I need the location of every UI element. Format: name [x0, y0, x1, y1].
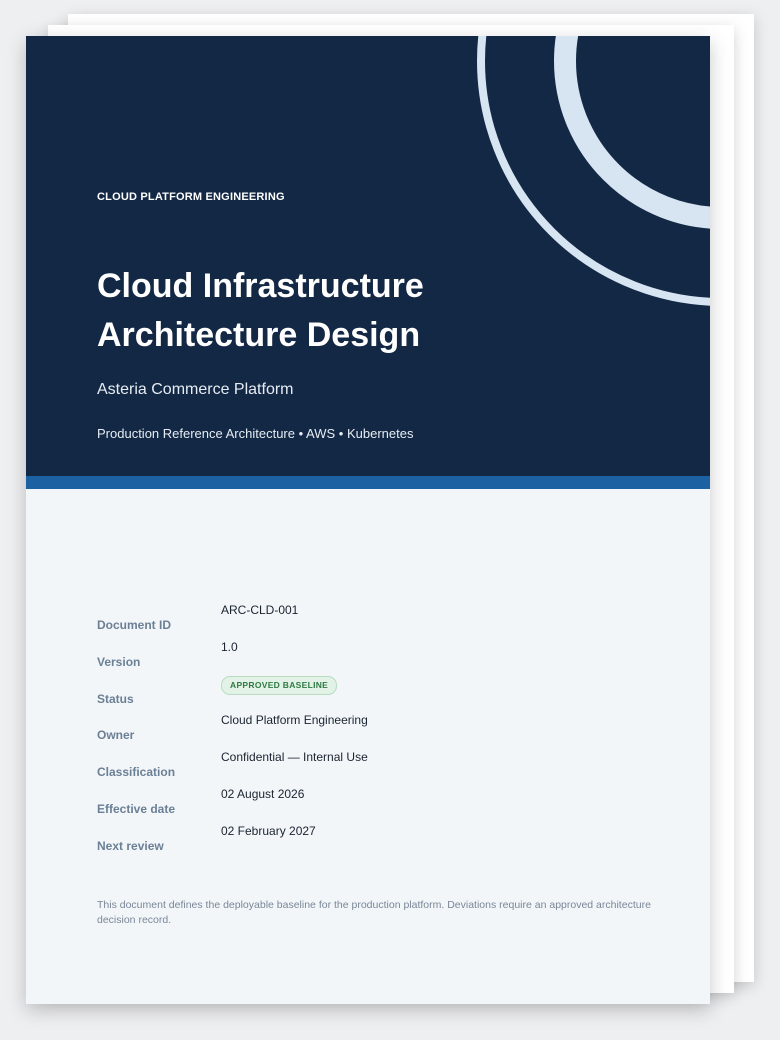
owner-value: Cloud Platform Engineering	[221, 713, 368, 728]
cover-page: CLOUD PLATFORM ENGINEERING Cloud Infrast…	[26, 36, 710, 1004]
version-value: 1.0	[221, 639, 238, 654]
classification-label: Classification	[97, 765, 176, 780]
inner-ring	[554, 36, 710, 229]
document-subtitle: Asteria Commerce Platform	[97, 381, 294, 398]
cover-kicker: CLOUD PLATFORM ENGINEERING	[97, 191, 285, 203]
effective-date-label: Effective date	[97, 801, 176, 816]
document-title: Cloud Infrastructure Architecture Design	[97, 267, 424, 354]
next-review-label: Next review	[97, 838, 164, 853]
decorative-rings-graphic	[477, 36, 710, 306]
document-tagline: Production Reference Architecture • AWS …	[97, 426, 414, 441]
owner-label: Owner	[97, 728, 135, 743]
document-id-value: ARC-CLD-001	[221, 603, 299, 617]
version-label: Version	[97, 654, 141, 669]
metadata-labels: Document ID Version Status Owner Classif…	[97, 616, 175, 874]
cover-hero: CLOUD PLATFORM ENGINEERING Cloud Infrast…	[26, 36, 710, 476]
next-review-value: 02 February 2027	[221, 823, 316, 838]
baseline-note: This document defines the deployable bas…	[97, 899, 651, 926]
status-value: APPROVED BASELINE	[221, 675, 368, 712]
metadata-values: ARC-CLD-001 1.0 APPROVED BASELINE Cloud …	[221, 601, 368, 859]
document-id-label: Document ID	[97, 618, 172, 632]
status-badge: APPROVED BASELINE	[221, 675, 338, 695]
status-label: Status	[97, 691, 134, 706]
classification-value: Confidential — Internal Use	[221, 750, 368, 765]
effective-date-value: 02 August 2026	[221, 786, 305, 801]
accent-stripe	[26, 476, 710, 489]
